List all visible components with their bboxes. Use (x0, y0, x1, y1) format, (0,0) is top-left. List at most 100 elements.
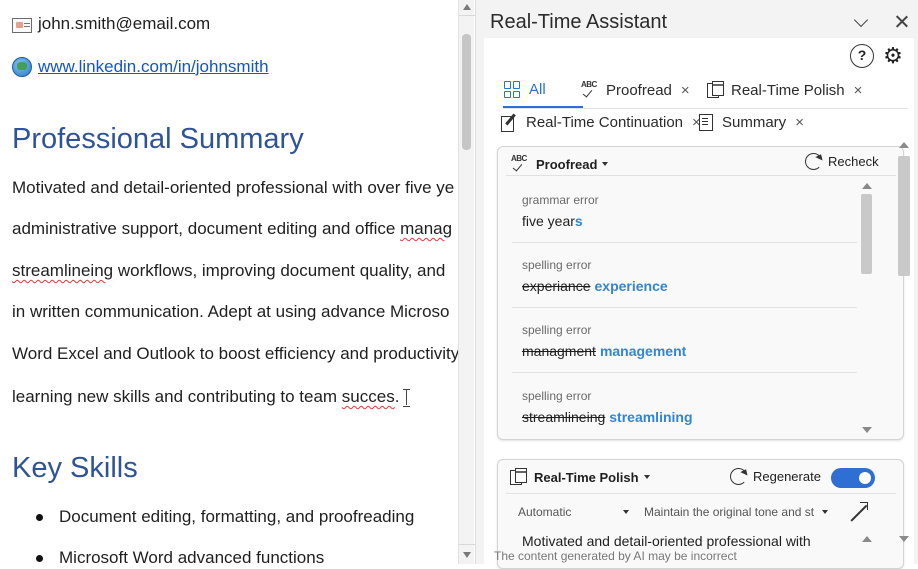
scroll-up-icon[interactable] (862, 536, 872, 542)
suggested-fix: s (574, 213, 583, 229)
summary-line-1: Motivated and detail-oriented profession… (12, 178, 455, 197)
proofread-card-header[interactable]: ABC Proofread (510, 154, 609, 173)
card-divider (506, 175, 896, 176)
summary-heading: Professional Summary (12, 123, 304, 155)
scroll-up-icon[interactable] (862, 183, 872, 189)
text-cursor-icon (403, 389, 411, 407)
suggestion-item[interactable]: spelling error streamlineing streamlining (522, 389, 857, 425)
scroll-up-icon[interactable] (899, 142, 909, 148)
summary-line-5: Word Excel and Outlook to boost efficien… (12, 344, 458, 363)
tone-select[interactable]: Maintain the original tone and st (644, 505, 829, 519)
tab-divider (503, 108, 908, 109)
abc-check-icon: ABC (510, 154, 528, 173)
scroll-thumb[interactable] (861, 194, 872, 274)
pencil-icon (500, 113, 518, 132)
original-text: experiance (522, 278, 591, 294)
regenerate-button[interactable]: Regenerate (730, 468, 821, 485)
error-type: grammar error (522, 193, 599, 207)
button-label: Recheck (828, 154, 879, 169)
tab-label: All (529, 81, 546, 98)
abc-check-icon: ABC (580, 80, 598, 99)
scroll-up-icon[interactable] (463, 4, 471, 10)
email-line: john.smith@email.com (12, 14, 210, 34)
scroll-down-icon[interactable] (862, 427, 872, 433)
scroll-thumb[interactable] (898, 156, 910, 276)
help-button[interactable]: ? (850, 44, 874, 68)
tab-label: Summary (722, 113, 787, 131)
suggestion-item[interactable]: spelling error experiance experience (522, 258, 857, 294)
chevron-down-icon (623, 510, 630, 514)
tab-label: Proofread (606, 81, 672, 99)
tab-proofread[interactable]: ABC Proofread × (580, 80, 690, 99)
chevron-down-icon (602, 162, 609, 166)
mode-value: Automatic (518, 505, 572, 519)
expand-icon[interactable] (850, 502, 868, 520)
tab-summary[interactable]: Summary × (698, 113, 804, 131)
gear-icon[interactable] (881, 44, 905, 68)
misspelled-word[interactable]: succes (342, 387, 395, 406)
chevron-down-icon (822, 510, 829, 514)
grid-icon (504, 81, 521, 98)
card-divider (506, 493, 896, 494)
document-icon (510, 468, 527, 486)
suggested-fix: experience (594, 278, 668, 294)
tab-real-time-continuation[interactable]: Real-Time Continuation × (500, 113, 701, 132)
scroll-down-icon[interactable] (899, 536, 909, 542)
document-icon (707, 81, 724, 99)
tab-close-icon[interactable]: × (854, 82, 863, 99)
suggested-fix: streamlining (609, 409, 693, 425)
proofread-card: ABC Proofread Recheck grammar error five… (497, 146, 904, 440)
list-item: Microsoft Word advanced functions (36, 545, 414, 564)
document-scrollbar[interactable] (458, 0, 475, 564)
tab-all[interactable]: All (504, 81, 546, 98)
summary-line-3: streamlineing workflows, improving docum… (12, 261, 446, 280)
scroll-track-divider (459, 15, 475, 16)
item-divider (512, 242, 857, 243)
assistant-panel: Real-Time Assistant ? All ABC Proofread … (475, 0, 918, 569)
tab-close-icon[interactable]: × (681, 82, 690, 99)
tab-real-time-polish[interactable]: Real-Time Polish × (707, 81, 862, 99)
collapse-chevron-icon[interactable] (852, 12, 872, 32)
original-text: streamlineing (522, 409, 606, 425)
list-item: Document editing, formatting, and proofr… (36, 504, 414, 545)
summary-line-2: administrative support, document editing… (12, 219, 453, 238)
tone-value: Maintain the original tone and st (644, 505, 815, 519)
summary-line-6: learning new skills and contributing to … (12, 386, 411, 407)
item-divider (512, 307, 857, 308)
tab-close-icon[interactable]: × (795, 114, 804, 131)
suggestion-item[interactable]: spelling error managment management (522, 323, 857, 359)
document-page[interactable]: john.smith@email.com www.linkedin.com/in… (0, 0, 458, 564)
tab-label: Real-Time Polish (731, 81, 845, 99)
suggestion-item[interactable]: grammar error five years (522, 193, 857, 229)
close-icon[interactable] (892, 12, 912, 32)
mode-select[interactable]: Automatic (518, 505, 630, 519)
polish-preview-text: Motivated and detail-oriented profession… (522, 533, 811, 549)
original-text: five year (522, 213, 575, 229)
card-title: Proofread (536, 156, 598, 172)
chevron-down-icon (643, 475, 650, 479)
polish-toggle[interactable] (831, 468, 875, 488)
refresh-icon (730, 468, 747, 485)
tab-label: Real-Time Continuation (526, 113, 684, 131)
misspelled-word[interactable]: streamlineing (12, 261, 113, 280)
original-text: managment (522, 343, 596, 359)
panel-scrollbar[interactable] (897, 142, 911, 542)
linkedin-link[interactable]: www.linkedin.com/in/johnsmith (38, 57, 269, 77)
scroll-down-icon[interactable] (463, 552, 471, 558)
panel-title: Real-Time Assistant (490, 11, 668, 33)
linkedin-line: www.linkedin.com/in/johnsmith (12, 57, 269, 77)
proofread-scrollbar[interactable] (860, 183, 872, 433)
summary-line-4: in written communication. Adept at using… (12, 302, 450, 321)
suggested-fix: management (599, 343, 687, 359)
recheck-button[interactable]: Recheck (805, 153, 879, 170)
error-type: spelling error (522, 389, 592, 403)
email-text: john.smith@email.com (38, 14, 211, 33)
scroll-thumb[interactable] (462, 34, 471, 150)
misspelled-word[interactable]: manag (400, 219, 452, 238)
item-divider (512, 372, 857, 373)
skills-list: Document editing, formatting, and proofr… (36, 504, 414, 564)
button-label: Regenerate (753, 469, 821, 484)
polish-card-header[interactable]: Real-Time Polish (510, 468, 650, 486)
summary-icon (698, 113, 714, 131)
error-type: spelling error (522, 258, 592, 272)
